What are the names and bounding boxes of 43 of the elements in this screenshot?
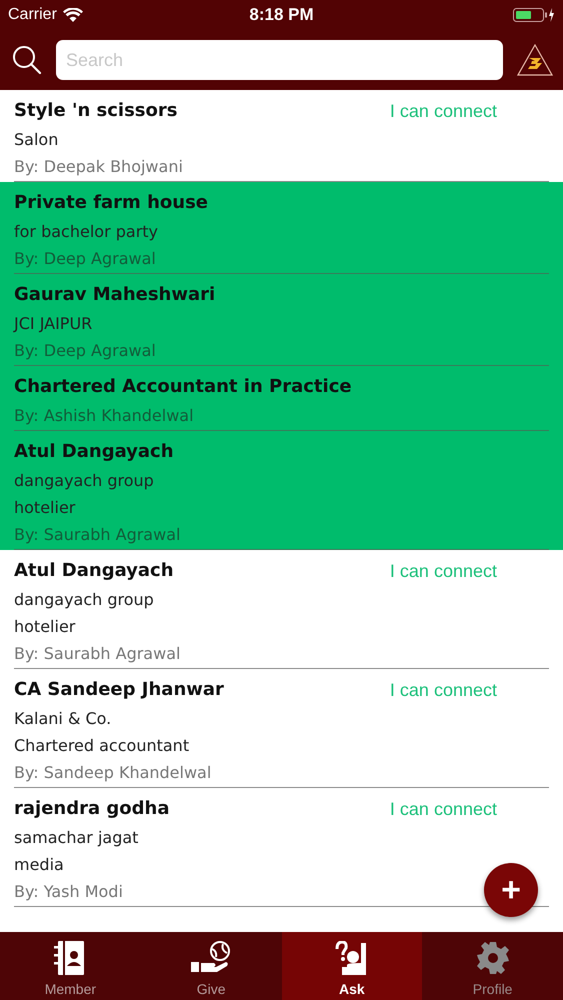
item-title: Private farm house — [14, 191, 208, 215]
item-detail: dangayach group — [14, 470, 154, 492]
item-title: Chartered Accountant in Practice — [14, 375, 352, 399]
item-title: Atul Dangayach — [14, 440, 174, 464]
item-author: By: Deepak Bhojwani — [14, 156, 183, 178]
item-author: By: Deep Agrawal — [14, 340, 156, 362]
gear-icon — [476, 941, 510, 975]
item-author: By: Saurabh Agrawal — [14, 524, 180, 546]
raised-hand-icon — [334, 941, 369, 975]
item-title: rajendra godha — [14, 797, 170, 821]
carrier-name: Carrier — [8, 6, 57, 24]
item-detail: for bachelor party — [14, 221, 158, 243]
battery-icon — [513, 7, 555, 23]
highlighted-row[interactable]: Gaurav Maheshwari JCI JAIPUR By: Deep Agrawal — [0, 274, 563, 366]
item-author: By: Yash Modi — [14, 881, 123, 903]
item-title: Atul Dangayach — [14, 559, 174, 583]
highlighted-row[interactable]: Atul Dangayach dangayach group hotelier By: Saurabh Agrawal — [0, 431, 563, 550]
item-detail: hotelier — [14, 616, 76, 638]
item-detail: media — [14, 854, 64, 876]
highlighted-row[interactable]: Chartered Accountant in Practice By: Ashish Khandelwal — [0, 366, 563, 431]
item-title: Style 'n scissors — [14, 99, 178, 123]
hand-globe-icon — [190, 941, 232, 975]
item-author: By: Sandeep Khandelwal — [14, 762, 212, 784]
contact-book-icon — [54, 941, 86, 975]
wifi-icon — [62, 8, 83, 22]
logo-icon[interactable] — [517, 44, 553, 76]
search-field[interactable]: Search — [56, 40, 503, 80]
item-title: CA Sandeep Jhanwar — [14, 678, 224, 702]
item-detail: samachar jagat — [14, 827, 138, 849]
item-detail: dangayach group — [14, 589, 154, 611]
tab[interactable]: Ask — [282, 932, 422, 1000]
item-detail: JCI JAIPUR — [14, 313, 92, 335]
item-author: By: Ashish Khandelwal — [14, 405, 194, 427]
item-detail: Kalani & Co. — [14, 708, 112, 730]
search-icon[interactable] — [12, 45, 42, 75]
status-time: 8:18 PM — [249, 5, 314, 25]
item-detail: Salon — [14, 129, 58, 151]
item-detail: Chartered accountant — [14, 735, 190, 757]
item-title: Gaurav Maheshwari — [14, 283, 216, 307]
item-detail: hotelier — [14, 497, 76, 519]
highlighted-row[interactable]: Private farm house for bachelor party By: Deep Agrawal — [0, 182, 563, 274]
item-author: By: Saurabh Agrawal — [14, 643, 180, 665]
item-author: By: Deep Agrawal — [14, 248, 156, 270]
